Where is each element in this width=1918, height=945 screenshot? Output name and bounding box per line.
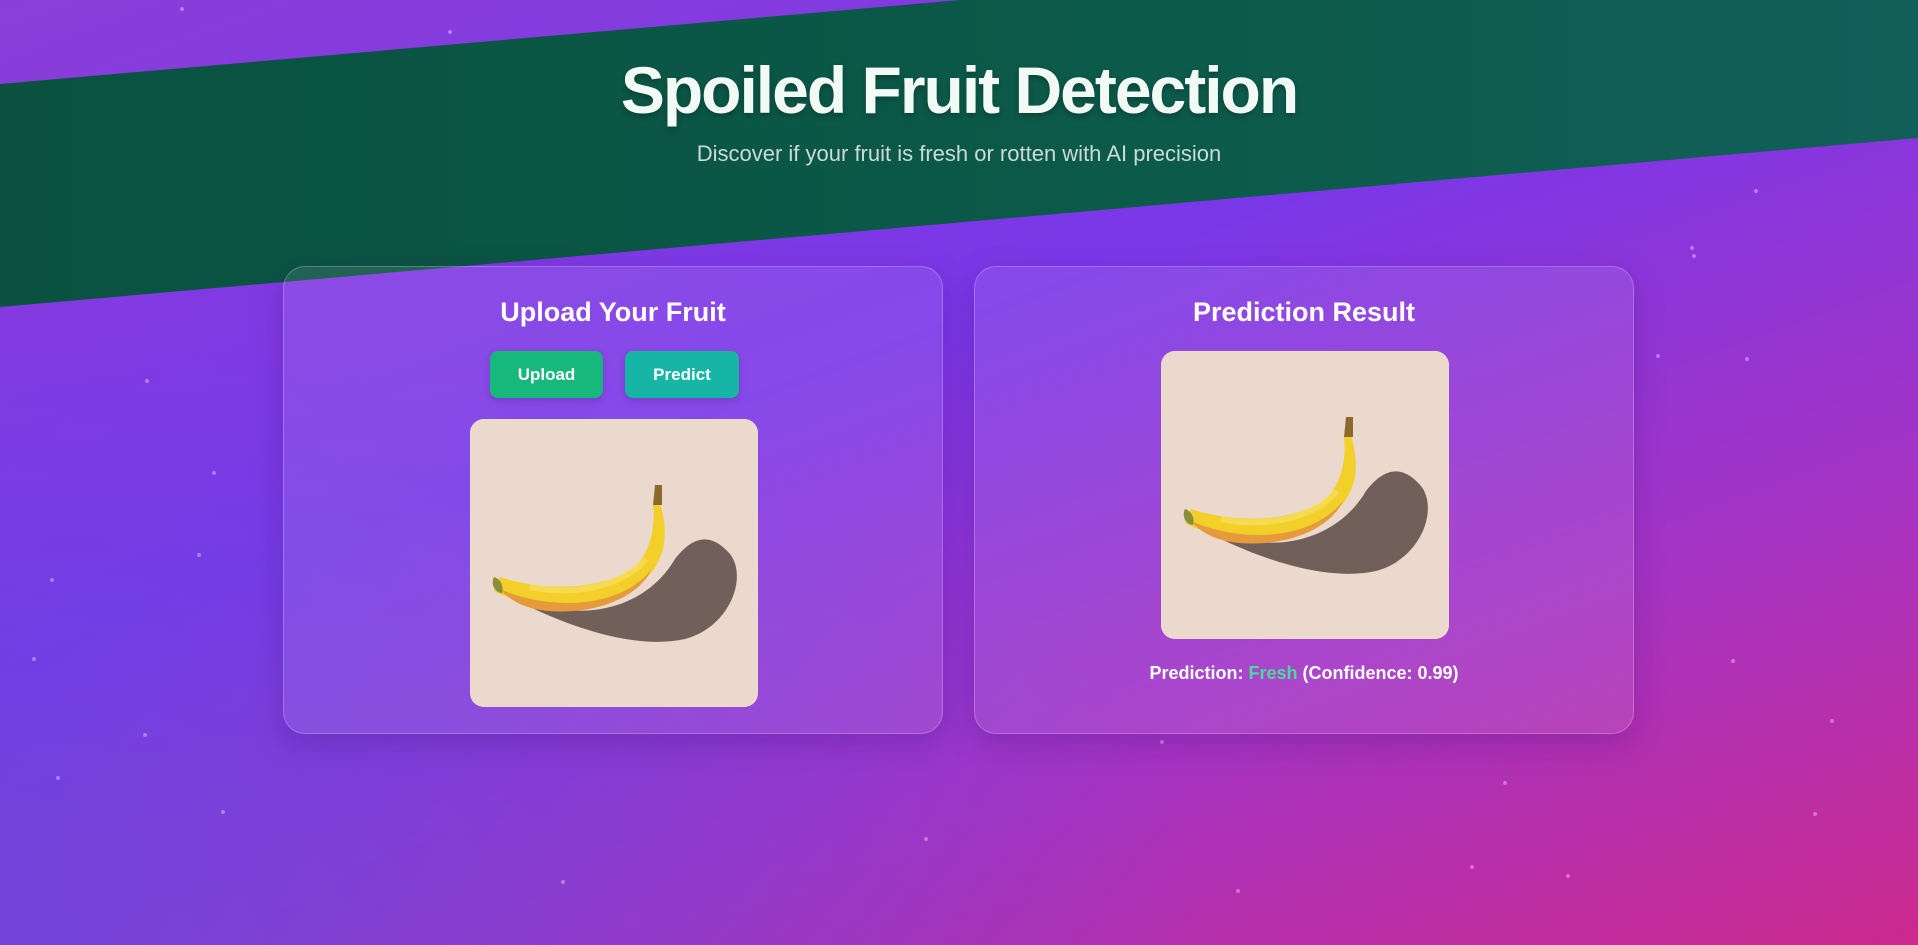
- prediction-result-text: Prediction: Fresh (Confidence: 0.99): [975, 661, 1633, 685]
- upload-card-title: Upload Your Fruit: [500, 297, 726, 327]
- confidence-text: (Confidence: 0.99): [1297, 663, 1459, 683]
- banana-image-icon: [470, 419, 758, 707]
- prediction-label: Prediction:: [1149, 663, 1249, 683]
- result-fruit-image: [1161, 351, 1449, 639]
- upload-card: Upload Your Fruit Upload Predict: [283, 266, 943, 734]
- predict-button[interactable]: Predict: [625, 351, 739, 398]
- page-header: Spoiled Fruit Detection Discover if your…: [0, 0, 1918, 168]
- upload-button[interactable]: Upload: [490, 351, 603, 398]
- result-card: Prediction Result Prediction: Fresh (Con…: [974, 266, 1634, 734]
- prediction-value: Fresh: [1248, 663, 1298, 683]
- banana-image-icon: [1161, 351, 1449, 639]
- page-title: Spoiled Fruit Detection: [620, 53, 1299, 127]
- result-card-title: Prediction Result: [1192, 297, 1416, 327]
- uploaded-fruit-image: [470, 419, 758, 707]
- page-subtitle: Discover if your fruit is fresh or rotte…: [696, 141, 1222, 166]
